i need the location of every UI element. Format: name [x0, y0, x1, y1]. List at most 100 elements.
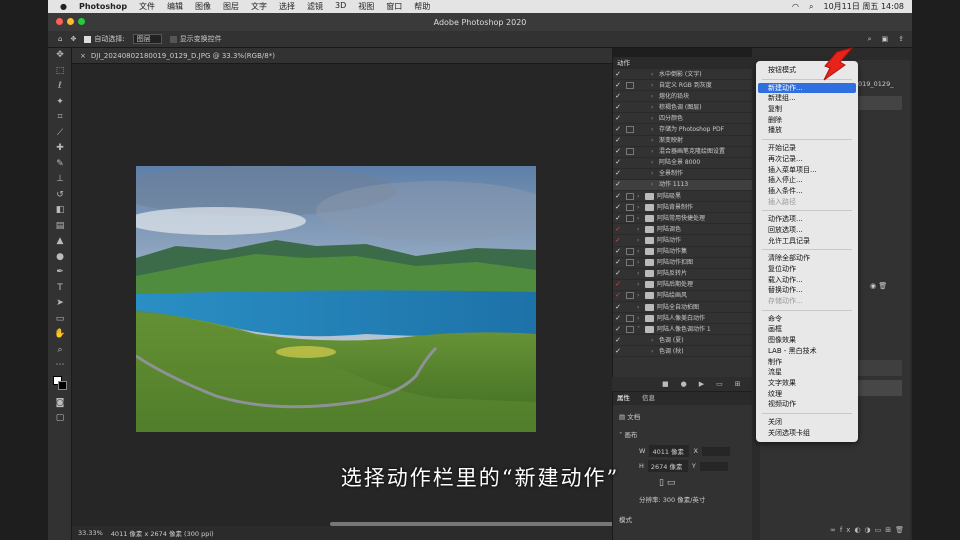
- auto-select-dropdown[interactable]: 图层: [132, 34, 162, 44]
- hand-tool-icon[interactable]: ✋: [48, 327, 72, 343]
- action-row[interactable]: ✓ › 自定义 RGB 到灰度: [613, 80, 752, 92]
- expand-chevron-icon[interactable]: ›: [651, 135, 659, 146]
- maximize-window-button[interactable]: [78, 18, 85, 25]
- action-set-row[interactable]: ✓ ˅ 阿陆人像色调动作 1: [613, 324, 752, 336]
- toggle-check-icon[interactable]: ✓: [613, 346, 623, 357]
- menu-item[interactable]: 开始记录: [756, 143, 858, 154]
- menubar-datetime[interactable]: 10月11日 周五 14:08: [824, 1, 905, 12]
- new-set-icon[interactable]: ▭: [716, 380, 723, 388]
- action-row[interactable]: ✓ › 全景制作: [613, 169, 752, 180]
- menu-item[interactable]: 制作: [756, 357, 858, 368]
- menu-item[interactable]: 插入菜单项目...: [756, 165, 858, 176]
- dialog-toggle-icon[interactable]: [626, 115, 634, 122]
- action-row[interactable]: ✓ › 混合器画笔克隆绘图设置: [613, 147, 752, 158]
- dialog-toggle-icon[interactable]: [626, 192, 634, 200]
- document-tab[interactable]: × DJI_20240802180019_0129_D.JPG @ 33.3%(…: [72, 48, 612, 64]
- menu-item[interactable]: 关闭选项卡组: [756, 428, 858, 439]
- expand-chevron-icon[interactable]: ›: [637, 191, 645, 202]
- move-tool-icon[interactable]: ✥: [48, 48, 72, 64]
- crop-tool-icon[interactable]: ⌗: [48, 110, 72, 126]
- expand-chevron-icon[interactable]: ›: [637, 224, 645, 235]
- dialog-toggle-icon[interactable]: [626, 270, 634, 277]
- dialog-toggle-icon[interactable]: [626, 203, 634, 211]
- dialog-toggle-icon[interactable]: [626, 81, 634, 89]
- toggle-check-icon[interactable]: ✓: [613, 268, 623, 279]
- dialog-toggle-icon[interactable]: [626, 237, 634, 244]
- wifi-icon[interactable]: ◠: [792, 2, 799, 11]
- expand-chevron-icon[interactable]: ›: [651, 179, 659, 190]
- dialog-toggle-icon[interactable]: [626, 214, 634, 222]
- menu-item[interactable]: 插入停止...: [756, 175, 858, 186]
- expand-chevron-icon[interactable]: ›: [637, 202, 645, 213]
- menu-item[interactable]: 替换动作...: [756, 285, 858, 296]
- menu-item[interactable]: 纹理: [756, 389, 858, 400]
- action-set-row[interactable]: ✓ › 阿陆背景制作: [613, 202, 752, 214]
- menu-item[interactable]: 视频动作: [756, 399, 858, 410]
- menu-item[interactable]: 关闭: [756, 417, 858, 428]
- toggle-check-icon[interactable]: ✓: [613, 124, 623, 135]
- record-icon[interactable]: ●: [681, 380, 687, 388]
- dialog-toggle-icon[interactable]: [626, 104, 634, 111]
- search-icon[interactable]: ⌕: [868, 35, 872, 44]
- workspace-icon[interactable]: ▣: [882, 35, 889, 44]
- move-tool-icon[interactable]: ✥: [70, 35, 76, 43]
- menu-item[interactable]: 插入条件...: [756, 186, 858, 197]
- menu-item[interactable]: 动作选项...: [756, 214, 858, 225]
- action-row[interactable]: ✓ › 熔化的铅块: [613, 91, 752, 103]
- auto-select-checkbox[interactable]: 自动选择:: [84, 34, 125, 44]
- menu-item[interactable]: 文件: [139, 1, 155, 12]
- color-swatches-icon[interactable]: [48, 374, 72, 396]
- menu-item[interactable]: 选择: [279, 1, 295, 12]
- expand-chevron-icon[interactable]: ›: [651, 91, 659, 102]
- show-transform-checkbox[interactable]: 显示变换控件: [169, 34, 222, 44]
- dodge-tool-icon[interactable]: ●: [48, 250, 72, 266]
- toggle-check-icon[interactable]: ✓: [613, 213, 623, 224]
- quick-mask-icon[interactable]: ◙: [48, 396, 72, 412]
- action-row[interactable]: ✓ › 动作 1113: [613, 179, 752, 192]
- menu-item[interactable]: 回放选项...: [756, 225, 858, 236]
- menu-item[interactable]: 滤镜: [307, 1, 323, 12]
- toggle-check-icon[interactable]: ✓: [613, 191, 623, 202]
- action-set-row[interactable]: ✓ › 阿陆人像美白动作: [613, 313, 752, 325]
- dialog-toggle-icon[interactable]: [626, 226, 634, 233]
- toggle-check-icon[interactable]: ✓: [613, 302, 623, 313]
- width-field[interactable]: 4011 像素: [649, 445, 690, 457]
- action-row[interactable]: ✓ › 色调 (夏): [613, 335, 752, 347]
- menu-item[interactable]: 命令: [756, 314, 858, 325]
- menu-item[interactable]: 复制: [756, 104, 858, 115]
- history-brush-icon[interactable]: ↺: [48, 188, 72, 204]
- expand-chevron-icon[interactable]: ›: [637, 290, 645, 301]
- apple-icon[interactable]: ●: [60, 2, 67, 11]
- toggle-check-icon[interactable]: ✓: [613, 102, 623, 113]
- tab-info[interactable]: 信息: [642, 392, 655, 405]
- x-field[interactable]: [701, 446, 730, 456]
- action-set-row[interactable]: ✓ › 阿陆绘画风: [613, 291, 752, 302]
- dialog-toggle-icon[interactable]: [626, 170, 634, 177]
- action-row[interactable]: ✓ › 色调 (秋): [613, 346, 752, 358]
- dialog-toggle-icon[interactable]: [626, 137, 634, 144]
- action-set-row[interactable]: ✓ › 阿陆动作: [613, 235, 752, 247]
- menu-item[interactable]: 流星: [756, 367, 858, 378]
- toggle-check-icon[interactable]: ✓: [613, 168, 623, 179]
- expand-chevron-icon[interactable]: ›: [651, 146, 659, 157]
- history-snapshot[interactable]: [858, 96, 902, 110]
- expand-chevron-icon[interactable]: ›: [651, 168, 659, 179]
- action-set-row[interactable]: ✓ › 阿陆反转片: [613, 269, 752, 280]
- dialog-toggle-icon[interactable]: [626, 148, 634, 156]
- toggle-check-icon[interactable]: ✓: [613, 324, 623, 335]
- toggle-check-icon[interactable]: ✓: [613, 135, 623, 146]
- dialog-toggle-icon[interactable]: [626, 248, 634, 256]
- expand-chevron-icon[interactable]: ›: [651, 113, 659, 124]
- dialog-toggle-icon[interactable]: [626, 337, 634, 344]
- expand-chevron-icon[interactable]: ›: [651, 124, 659, 135]
- toggle-check-icon[interactable]: ✓: [613, 279, 623, 290]
- action-row[interactable]: ✓ › 阿陆全景 8000: [613, 158, 752, 169]
- dialog-toggle-icon[interactable]: [626, 259, 634, 267]
- minimize-window-button[interactable]: [67, 18, 74, 25]
- eyedropper-icon[interactable]: ⟋: [48, 126, 72, 142]
- toggle-check-icon[interactable]: ✓: [613, 91, 623, 102]
- dialog-toggle-icon[interactable]: [626, 126, 634, 134]
- expand-chevron-icon[interactable]: ›: [637, 235, 645, 246]
- brush-tool-icon[interactable]: ✎: [48, 157, 72, 173]
- camera-icon[interactable]: ◉ 🗑: [870, 282, 887, 290]
